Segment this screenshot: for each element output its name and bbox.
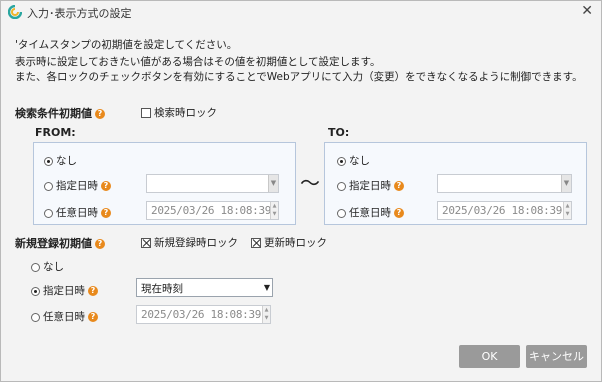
app-logo-icon — [8, 5, 22, 19]
new-specified-dropdown[interactable]: 現在時刻 ▼ — [136, 278, 273, 297]
to-label: TO: — [328, 126, 350, 139]
new-registration-label: 新規登録初期値 — [15, 237, 92, 250]
spinner-icon[interactable]: ▲ ▼ — [270, 202, 278, 219]
to-panel: なし 指定日時? ▼ 任意日時? 2025/03/26 18:08:39 ▲ ▼ — [324, 142, 587, 225]
from-specified-dropdown[interactable]: ▼ — [146, 174, 279, 193]
checkbox-icon — [141, 108, 151, 118]
new-none-label: なし — [43, 261, 64, 273]
radio-icon — [31, 262, 40, 272]
window-title: 入力･表示方式の設定 — [27, 7, 132, 20]
spinner-icon[interactable]: ▲ ▼ — [563, 202, 571, 219]
radio-selected-icon — [31, 286, 40, 296]
from-arbitrary-datetime[interactable]: 2025/03/26 18:08:39 ▲ ▼ — [146, 201, 279, 220]
help-icon[interactable]: ? — [394, 208, 404, 218]
new-none-radio[interactable]: なし — [31, 259, 64, 274]
new-arbitrary-value: 2025/03/26 18:08:39 — [141, 308, 262, 321]
description-line-2: 表示時に設定しておきたい値がある場合はその値を初期値として設定します。 — [15, 56, 381, 68]
spinner-icon[interactable]: ▲ ▼ — [262, 306, 270, 323]
close-icon[interactable]: ✕ — [581, 3, 593, 19]
ok-button[interactable]: OK — [459, 345, 520, 368]
to-arbitrary-label: 任意日時 — [349, 207, 391, 219]
help-icon[interactable]: ? — [88, 286, 98, 296]
new-arbitrary-datetime[interactable]: 2025/03/26 18:08:39 ▲ ▼ — [136, 305, 271, 324]
new-specified-label: 指定日時 — [43, 285, 85, 297]
to-arbitrary-datetime[interactable]: 2025/03/26 18:08:39 ▲ ▼ — [437, 201, 572, 220]
help-icon[interactable]: ? — [101, 208, 111, 218]
from-label: FROM: — [35, 126, 76, 139]
search-lock-label: 検索時ロック — [154, 107, 217, 119]
from-panel: なし 指定日時? ▼ 任意日時? 2025/03/26 18:08:39 ▲ ▼ — [33, 142, 296, 225]
new-arbitrary-label: 任意日時 — [43, 311, 85, 323]
from-none-label: なし — [56, 155, 77, 167]
new-specified-value: 現在時刻 — [141, 283, 183, 295]
from-specified-label: 指定日時 — [56, 180, 98, 192]
help-icon[interactable]: ? — [88, 312, 98, 322]
to-specified-label: 指定日時 — [349, 180, 391, 192]
to-none-label: なし — [349, 155, 370, 167]
cancel-button[interactable]: キャンセル — [526, 345, 587, 368]
radio-icon — [337, 181, 346, 191]
radio-icon — [44, 208, 53, 218]
to-specified-radio[interactable]: 指定日時? — [337, 178, 404, 193]
new-registration-lock-label: 新規登録時ロック — [154, 237, 238, 249]
update-lock-checkbox[interactable]: 更新時ロック — [251, 235, 327, 250]
from-none-radio[interactable]: なし — [44, 153, 77, 168]
search-section-label: 検索条件初期値 — [15, 107, 92, 120]
new-registration-lock-checkbox[interactable]: 新規登録時ロック — [141, 235, 238, 250]
range-separator: 〜 — [300, 171, 320, 195]
new-arbitrary-radio[interactable]: 任意日時? — [31, 309, 98, 324]
radio-icon — [337, 208, 346, 218]
help-icon[interactable]: ? — [95, 109, 105, 119]
new-registration-section-title: 新規登録初期値? — [15, 235, 105, 251]
chevron-down-icon: ▼ — [262, 279, 272, 296]
from-arbitrary-label: 任意日時 — [56, 207, 98, 219]
description-line-3: また、各ロックのチェックボタンを有効にすることでWebアプリにて入力（変更）をで… — [15, 71, 583, 83]
description-line-1: 'タイムスタンプの初期値を設定してください。 — [15, 39, 238, 51]
to-specified-dropdown[interactable]: ▼ — [437, 174, 572, 193]
search-section-title: 検索条件初期値? — [15, 105, 105, 121]
title-bar: 入力･表示方式の設定 ✕ — [1, 1, 601, 23]
checkbox-checked-icon — [141, 238, 151, 248]
radio-icon — [31, 312, 40, 322]
search-lock-checkbox[interactable]: 検索時ロック — [141, 105, 217, 120]
from-specified-radio[interactable]: 指定日時? — [44, 178, 111, 193]
update-lock-label: 更新時ロック — [264, 237, 327, 249]
settings-dialog: 入力･表示方式の設定 ✕ 'タイムスタンプの初期値を設定してください。 表示時に… — [0, 0, 602, 382]
radio-selected-icon — [44, 156, 53, 166]
from-arbitrary-radio[interactable]: 任意日時? — [44, 205, 111, 220]
help-icon[interactable]: ? — [95, 239, 105, 249]
help-icon[interactable]: ? — [394, 181, 404, 191]
chevron-down-icon: ▼ — [268, 175, 278, 192]
to-arbitrary-radio[interactable]: 任意日時? — [337, 205, 404, 220]
to-none-radio[interactable]: なし — [337, 153, 370, 168]
new-specified-radio[interactable]: 指定日時? — [31, 283, 98, 298]
from-arbitrary-value: 2025/03/26 18:08:39 — [151, 204, 272, 217]
radio-icon — [44, 181, 53, 191]
help-icon[interactable]: ? — [101, 181, 111, 191]
checkbox-checked-icon — [251, 238, 261, 248]
chevron-down-icon: ▼ — [561, 175, 571, 192]
to-arbitrary-value: 2025/03/26 18:08:39 — [442, 204, 563, 217]
radio-selected-icon — [337, 156, 346, 166]
